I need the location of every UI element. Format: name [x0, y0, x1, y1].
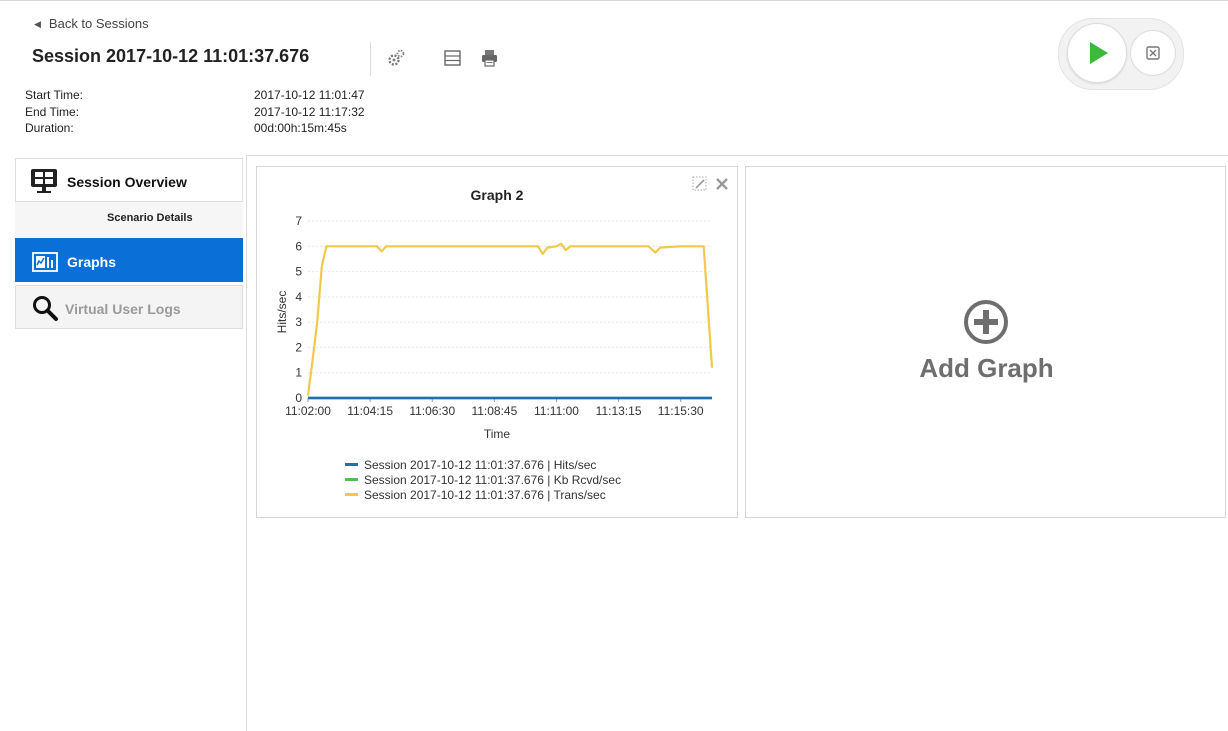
sidebar-item-label: Session Overview — [67, 174, 187, 190]
monitor-icon — [31, 169, 57, 193]
page-title: Session 2017-10-12 11:01:37.676 — [32, 46, 310, 66]
sidebar-item-label: Scenario Details — [107, 212, 193, 224]
sidebar-item-session-overview[interactable]: Session Overview — [15, 158, 243, 202]
legend-item-kb-rcvd: Session 2017-10-12 11:01:37.676 | Kb Rcv… — [345, 473, 621, 487]
content-divider — [247, 155, 1228, 156]
sidebar-item-scenario-details[interactable]: Scenario Details — [15, 202, 243, 238]
duration-value: 00d:00h:15m:45s — [254, 121, 347, 135]
graphs-icon — [32, 252, 58, 272]
legend-swatch — [345, 463, 358, 466]
end-time-label: End Time: — [25, 105, 80, 119]
legend-swatch — [345, 493, 358, 496]
stop-button[interactable] — [1130, 30, 1176, 76]
sidebar-divider — [246, 155, 247, 731]
legend-item-hits: Session 2017-10-12 11:01:37.676 | Hits/s… — [345, 458, 596, 472]
end-time-value: 2017-10-12 11:17:32 — [254, 105, 365, 119]
layout-icon[interactable] — [443, 48, 463, 68]
plus-circle-icon — [964, 300, 1008, 344]
legend-label: Session 2017-10-12 11:01:37.676 | Trans/… — [364, 488, 606, 502]
sidebar-item-virtual-user-logs[interactable]: Virtual User Logs — [15, 285, 243, 329]
legend-item-trans: Session 2017-10-12 11:01:37.676 | Trans/… — [345, 488, 606, 502]
settings-gears-icon[interactable] — [386, 48, 406, 68]
back-arrow-icon: ◀ — [34, 19, 41, 29]
play-icon — [1090, 42, 1108, 64]
edit-icon[interactable] — [692, 176, 708, 192]
sidebar-item-graphs[interactable]: Graphs — [15, 238, 243, 282]
add-graph-label: Add Graph — [919, 353, 1054, 383]
start-time-label: Start Time: — [25, 88, 84, 102]
legend-label: Session 2017-10-12 11:01:37.676 | Kb Rcv… — [364, 473, 622, 487]
top-border — [0, 0, 1228, 1]
close-icon[interactable] — [715, 177, 729, 191]
stop-icon — [1146, 46, 1160, 60]
duration-label: Duration: — [25, 121, 74, 135]
sidebar-item-label: Graphs — [67, 254, 117, 270]
legend-label: Session 2017-10-12 11:01:37.676 | Hits/s… — [364, 458, 597, 472]
back-to-sessions-link[interactable]: ◀ Back to Sessions — [34, 16, 149, 31]
sidebar-item-label: Virtual User Logs — [65, 301, 181, 317]
add-graph-panel[interactable]: Add Graph — [745, 166, 1226, 518]
legend-swatch — [345, 478, 358, 481]
play-button[interactable] — [1067, 23, 1127, 83]
toolbar-divider — [370, 42, 371, 76]
magnifier-icon — [33, 296, 58, 321]
back-label: Back to Sessions — [48, 16, 149, 31]
start-time-value: 2017-10-12 11:01:47 — [254, 88, 365, 102]
print-icon[interactable] — [480, 48, 500, 68]
